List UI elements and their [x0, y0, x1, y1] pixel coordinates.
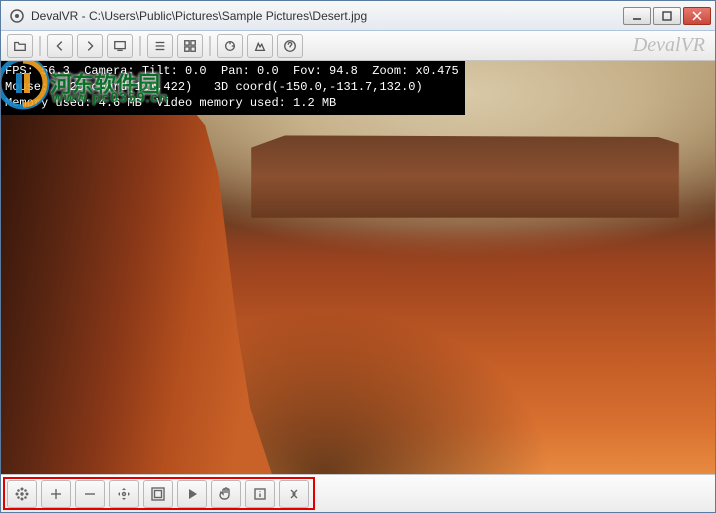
zoom-out-button[interactable] — [75, 480, 105, 508]
auto-rotate-button[interactable] — [7, 480, 37, 508]
titlebar[interactable]: DevalVR - C:\Users\Public\Pictures\Sampl… — [1, 1, 715, 31]
app-icon — [9, 8, 25, 24]
next-button[interactable] — [77, 34, 103, 58]
watermark: 河东软件园 www.pc0359.cn — [1, 61, 160, 110]
stereo-button[interactable] — [279, 480, 309, 508]
window-title: DevalVR - C:\Users\Public\Pictures\Sampl… — [31, 9, 623, 23]
about-button[interactable] — [277, 34, 303, 58]
toolbar-separator — [139, 36, 141, 56]
fullscreen-button[interactable] — [143, 480, 173, 508]
slideshow-button[interactable] — [107, 34, 133, 58]
watermark-logo-icon — [1, 61, 50, 110]
bottom-toolbar — [1, 474, 715, 512]
rotate-button[interactable] — [217, 34, 243, 58]
minimize-button[interactable] — [623, 7, 651, 25]
app-window: DevalVR - C:\Users\Public\Pictures\Sampl… — [0, 0, 716, 513]
window-controls — [623, 7, 711, 25]
list-button[interactable] — [147, 34, 173, 58]
viewport[interactable]: FPS: 56.3 Camera: Tilt: 0.0 Pan: 0.0 Fov… — [1, 61, 715, 474]
brand-label: DevalVR — [633, 34, 705, 57]
watermark-url: www.pc0359.cn — [52, 89, 169, 105]
panorama-image — [1, 61, 715, 474]
open-button[interactable] — [7, 34, 33, 58]
prev-button[interactable] — [47, 34, 73, 58]
toolbar-separator — [39, 36, 41, 56]
toolbar-separator — [209, 36, 211, 56]
info-button[interactable] — [245, 480, 275, 508]
close-button[interactable] — [683, 7, 711, 25]
grid-button[interactable] — [177, 34, 203, 58]
pan-button[interactable] — [109, 480, 139, 508]
maximize-button[interactable] — [653, 7, 681, 25]
settings-button[interactable] — [247, 34, 273, 58]
play-button[interactable] — [177, 480, 207, 508]
hand-button[interactable] — [211, 480, 241, 508]
top-toolbar: DevalVR — [1, 31, 715, 61]
zoom-in-button[interactable] — [41, 480, 71, 508]
